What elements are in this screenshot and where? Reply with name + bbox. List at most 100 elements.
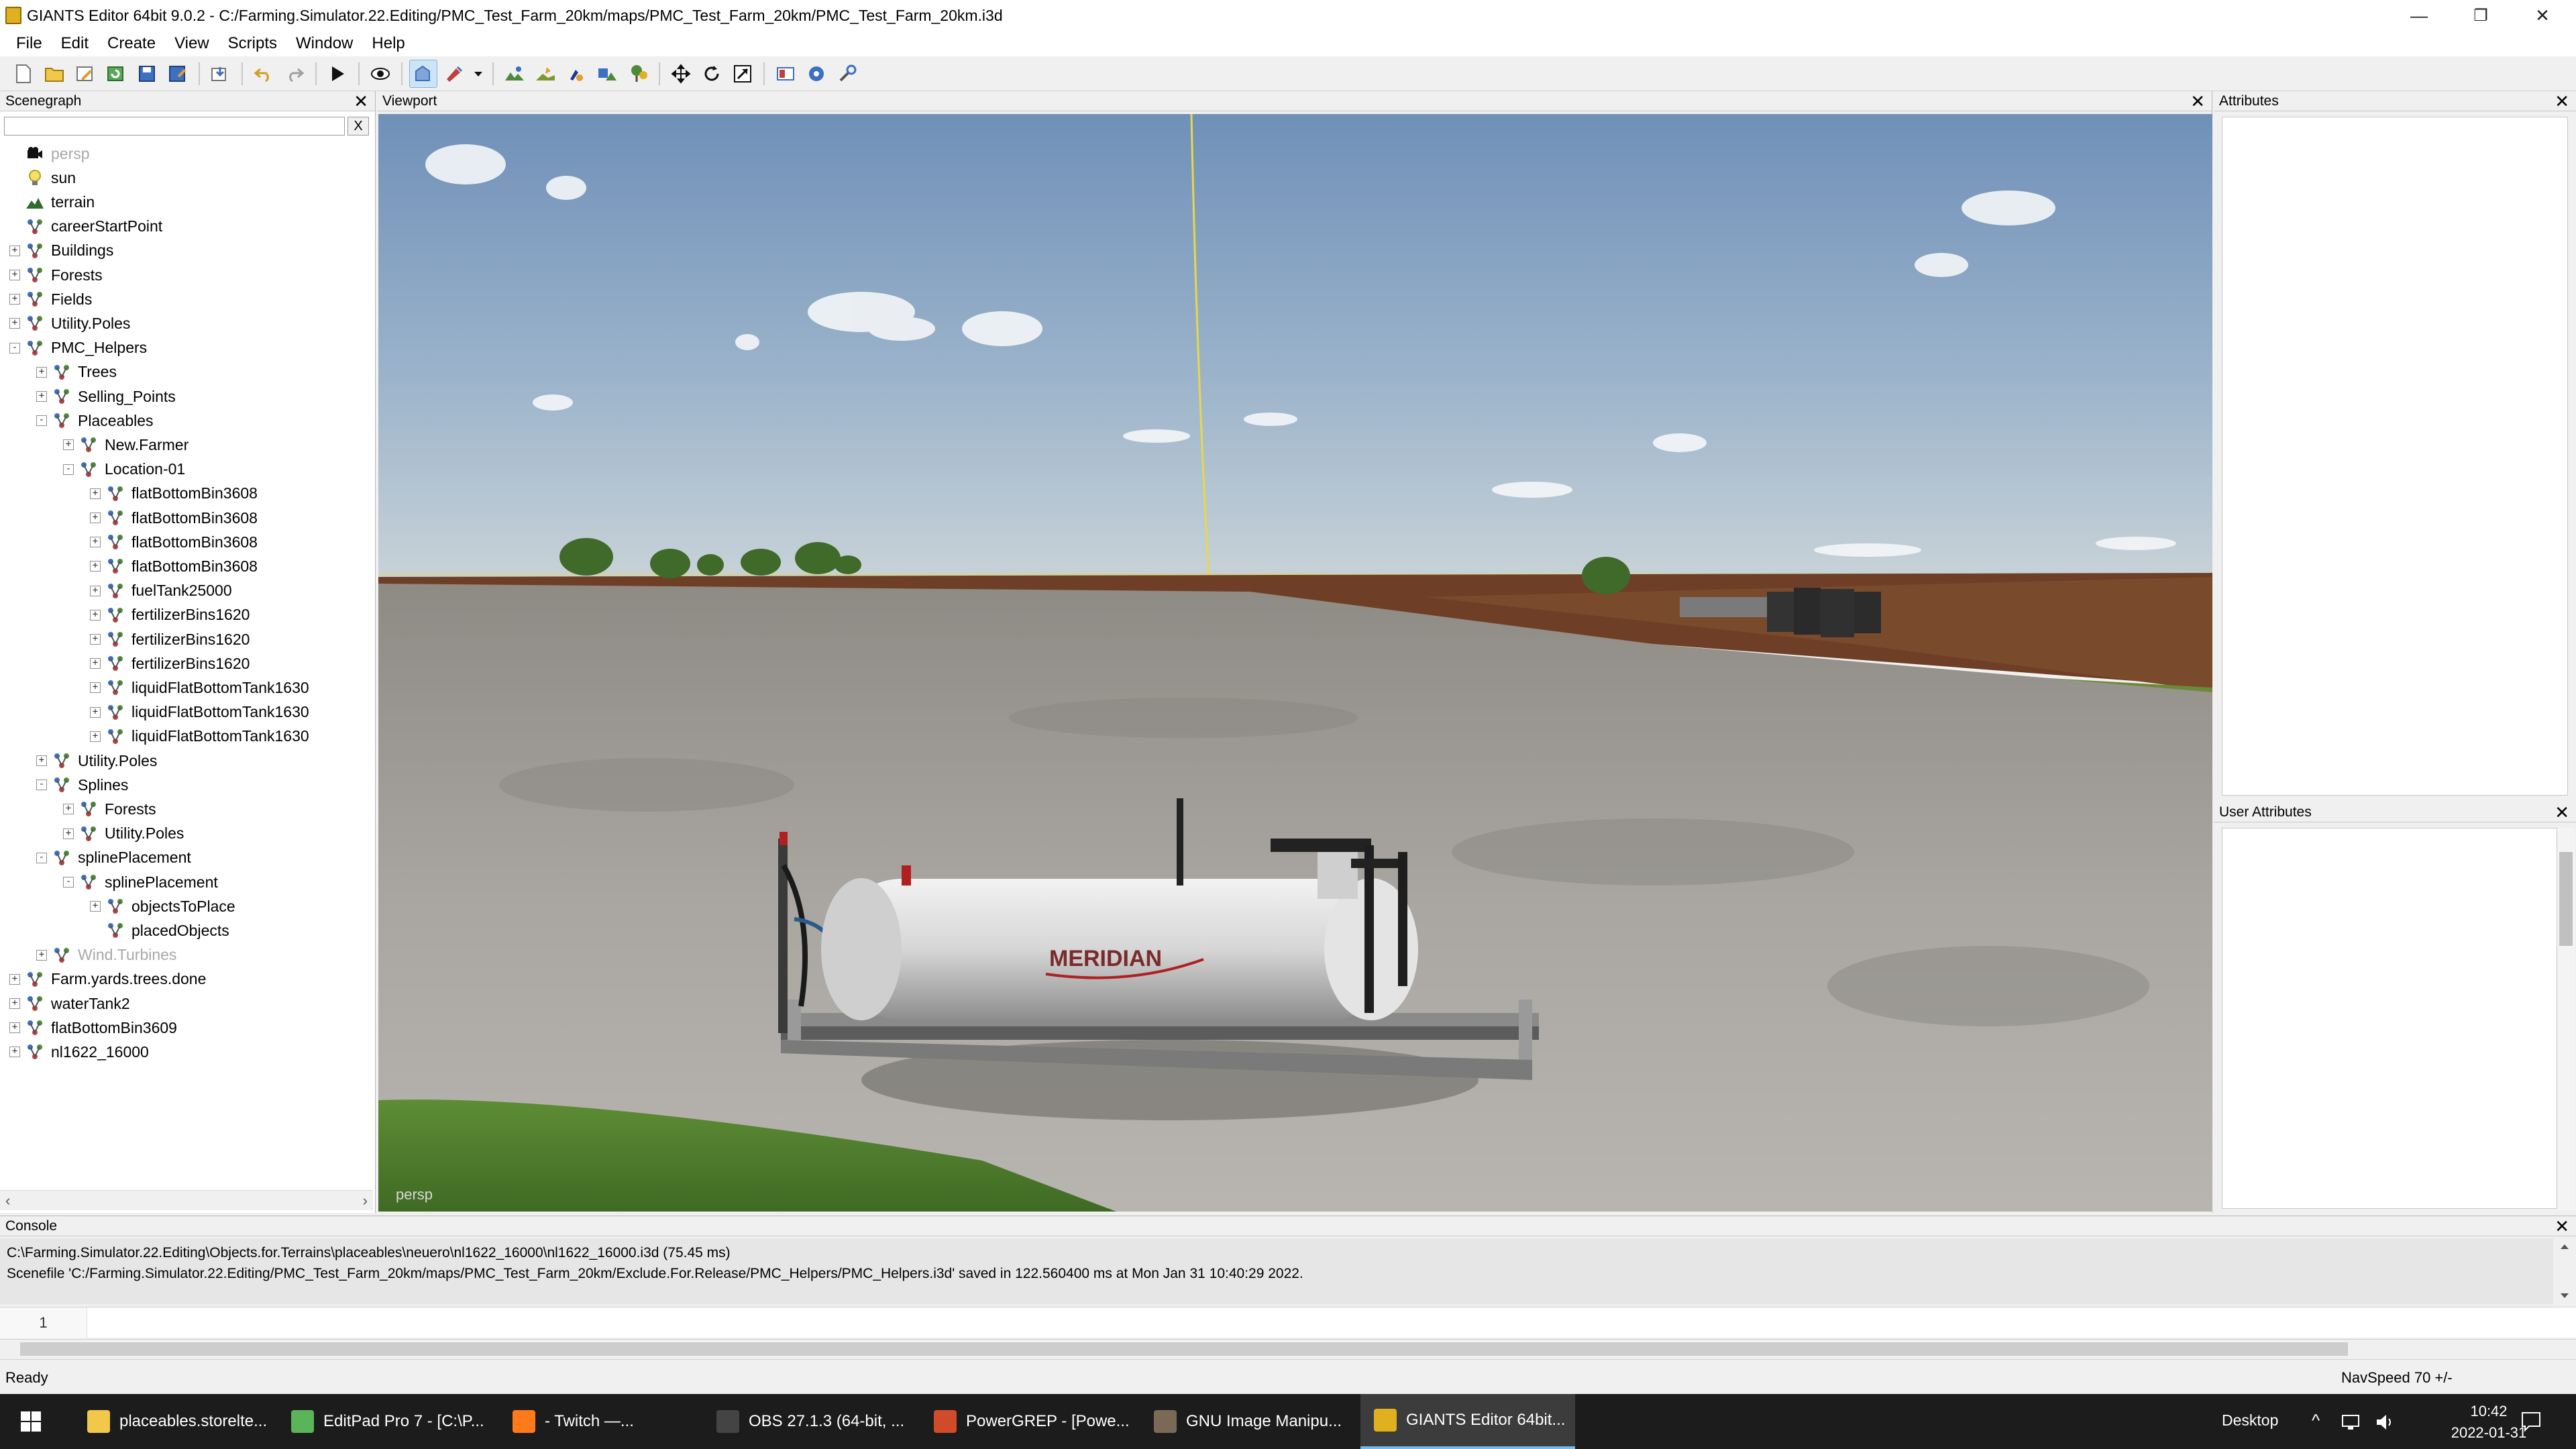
menu-window[interactable]: Window [286, 34, 362, 53]
scenegraph-node[interactable]: - Location-01 [63, 458, 185, 482]
expand-icon[interactable]: + [36, 366, 47, 378]
expand-icon[interactable]: + [90, 731, 101, 742]
scenegraph-node[interactable]: + Selling_Points [36, 384, 176, 409]
scenegraph-node[interactable]: - splinePlacement [36, 846, 191, 870]
expand-icon[interactable]: + [90, 561, 101, 572]
scroll-left-icon[interactable]: ‹ [5, 1192, 10, 1210]
scenegraph-node[interactable]: terrain [9, 190, 95, 214]
save-icon[interactable] [133, 60, 161, 88]
expand-icon[interactable]: + [90, 585, 101, 596]
taskbar-app[interactable]: OBS 27.1.3 (64-bit, ... [703, 1394, 918, 1449]
terrain-sculpt-icon[interactable] [500, 60, 529, 88]
expand-icon[interactable]: + [63, 439, 74, 451]
scenegraph-node[interactable]: + fertilizerBins1620 [90, 603, 250, 627]
tool-icon[interactable] [833, 60, 861, 88]
expand-icon[interactable]: + [9, 294, 20, 305]
scenegraph-node[interactable]: + Utility.Poles [63, 822, 184, 846]
scenegraph-search-input[interactable] [4, 117, 345, 136]
expand-icon[interactable]: + [9, 973, 20, 985]
scenegraph-node[interactable]: + Fields [9, 287, 92, 311]
taskbar-app[interactable]: - Twitch —... [499, 1394, 700, 1449]
expand-icon[interactable]: + [90, 706, 101, 718]
scenegraph-node[interactable]: + Utility.Poles [36, 749, 157, 773]
scenegraph-node[interactable]: + flatBottomBin3609 [9, 1016, 177, 1040]
minimize-button[interactable]: — [2388, 0, 2450, 31]
scenegraph-node[interactable]: + New.Farmer [63, 433, 189, 457]
desktop-toolbar-label[interactable]: Desktop [2222, 1411, 2278, 1430]
scrollbar-thumb[interactable] [20, 1342, 2348, 1356]
menu-file[interactable]: File [7, 34, 52, 53]
expand-icon[interactable]: + [90, 634, 101, 645]
collapse-icon[interactable]: - [36, 415, 47, 427]
expand-icon[interactable]: + [90, 609, 101, 621]
move-icon[interactable] [667, 60, 695, 88]
notification-icon[interactable] [2520, 1410, 2542, 1433]
rotate-icon[interactable] [698, 60, 726, 88]
scale-icon[interactable] [729, 60, 757, 88]
expand-icon[interactable]: + [36, 755, 47, 766]
decal-icon[interactable] [593, 60, 621, 88]
scenegraph-node[interactable]: + Forests [63, 797, 156, 821]
expand-icon[interactable]: + [90, 901, 101, 912]
3d-viewport[interactable]: MERIDIAN [378, 114, 2212, 1212]
scenegraph-node[interactable]: + Buildings [9, 239, 113, 263]
layout-icon[interactable] [771, 60, 800, 88]
settings-icon[interactable] [802, 60, 830, 88]
user-attributes-scrollbar[interactable] [2557, 828, 2575, 1210]
scenegraph-node[interactable]: + liquidFlatBottomTank1630 [90, 676, 309, 700]
taskbar-app[interactable]: placeables.storelte... [74, 1394, 275, 1449]
new-file-icon[interactable] [9, 60, 38, 88]
scenegraph-node[interactable]: sun [9, 166, 76, 190]
collapse-icon[interactable]: - [36, 780, 47, 791]
scenegraph-clear-button[interactable]: X [347, 117, 369, 136]
scenegraph-node[interactable]: - Placeables [36, 409, 154, 433]
scenegraph-node[interactable]: + Forests [9, 263, 103, 287]
menu-scripts[interactable]: Scripts [219, 34, 286, 53]
expand-icon[interactable]: + [90, 658, 101, 669]
camera-icon[interactable] [409, 59, 437, 88]
save-as-icon[interactable] [164, 60, 192, 88]
tray-chevron-icon[interactable]: ^ [2312, 1410, 2320, 1431]
redo-icon[interactable] [280, 60, 309, 88]
expand-icon[interactable]: + [90, 488, 101, 499]
scrollbar-thumb[interactable] [2559, 852, 2573, 946]
network-icon[interactable] [2341, 1413, 2363, 1432]
menu-create[interactable]: Create [98, 34, 165, 53]
scenegraph-node[interactable]: + nl1622_16000 [9, 1040, 149, 1064]
open-folder-icon[interactable] [40, 60, 68, 88]
expand-icon[interactable]: + [90, 682, 101, 694]
scenegraph-node[interactable]: + flatBottomBin3608 [90, 530, 258, 554]
collapse-icon[interactable]: - [9, 342, 20, 354]
menu-view[interactable]: View [165, 34, 219, 53]
collapse-icon[interactable]: - [36, 852, 47, 863]
scenegraph-node[interactable]: + fuelTank25000 [90, 579, 232, 603]
expand-icon[interactable]: + [63, 804, 74, 815]
dropdown-icon[interactable] [471, 60, 486, 88]
scenegraph-node[interactable]: + flatBottomBin3608 [90, 482, 258, 506]
scenegraph-horizontal-scrollbar[interactable]: ‹ › [0, 1190, 373, 1210]
taskbar-app[interactable]: PowerGREP - [Powe... [920, 1394, 1138, 1449]
scenegraph-node[interactable]: + Utility.Poles [9, 311, 130, 335]
menu-edit[interactable]: Edit [52, 34, 98, 53]
viewport-scene[interactable]: MERIDIAN [378, 114, 2212, 1212]
viewport-close-button[interactable]: ✕ [2190, 91, 2205, 111]
scenegraph-node[interactable]: - PMC_Helpers [9, 336, 147, 360]
console-script-input[interactable]: 1 [0, 1307, 2576, 1338]
user-attributes-close-button[interactable]: ✕ [2555, 802, 2569, 822]
collapse-icon[interactable]: - [63, 877, 74, 888]
volume-icon[interactable] [2375, 1413, 2396, 1432]
console-horizontal-scrollbar[interactable] [0, 1339, 2576, 1358]
spline-icon[interactable] [624, 60, 652, 88]
expand-icon[interactable]: + [9, 1022, 20, 1034]
undo-icon[interactable] [250, 60, 278, 88]
scenegraph-node[interactable]: persp [9, 142, 90, 166]
taskbar-app[interactable]: EditPad Pro 7 - [C:\P... [278, 1394, 496, 1449]
terrain-paint-icon[interactable] [531, 60, 559, 88]
scenegraph-node[interactable]: + liquidFlatBottomTank1630 [90, 700, 309, 724]
expand-icon[interactable]: + [9, 318, 20, 329]
start-button[interactable] [0, 1394, 62, 1449]
scenegraph-node[interactable]: + Wind.Turbines [36, 943, 176, 967]
expand-icon[interactable]: + [90, 537, 101, 548]
play-icon[interactable] [323, 60, 352, 88]
scenegraph-node[interactable]: + waterTank2 [9, 991, 130, 1016]
